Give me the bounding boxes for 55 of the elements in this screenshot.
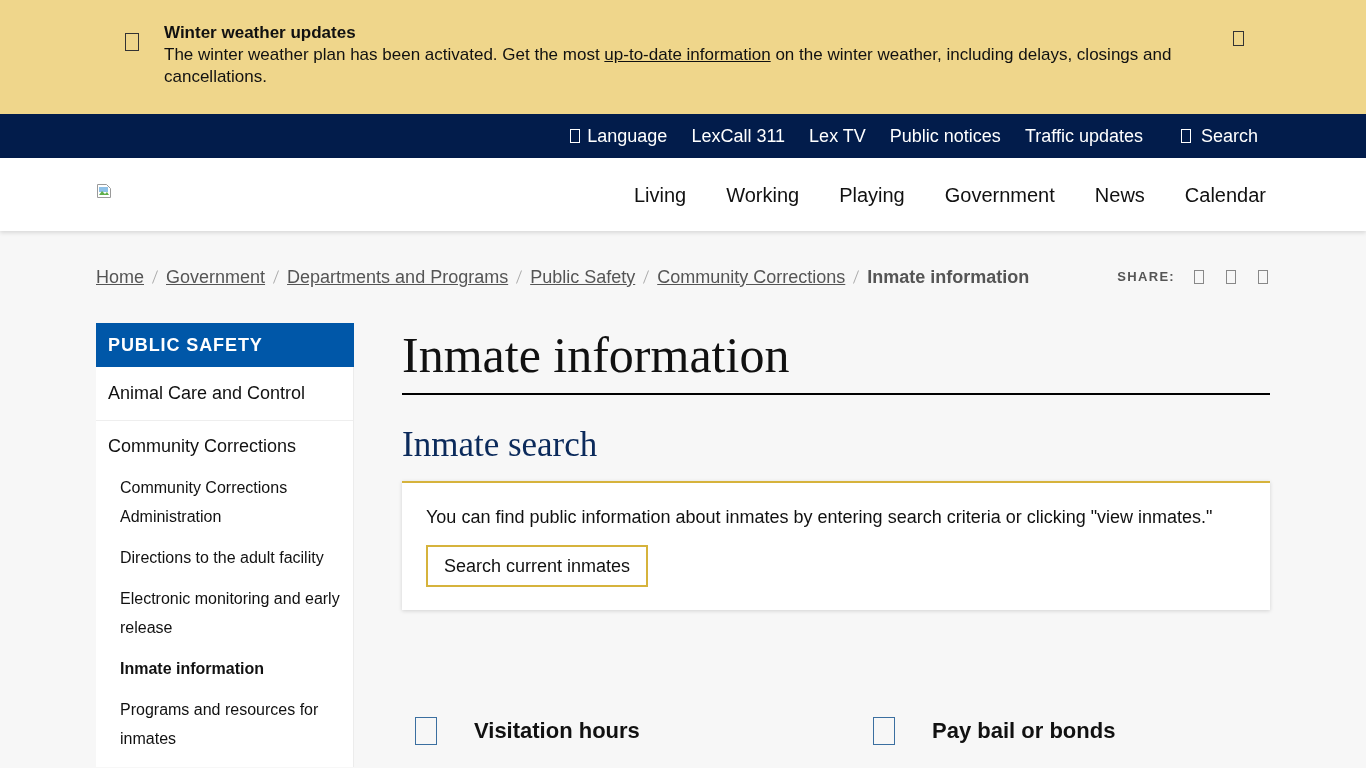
sidebar-subitem[interactable]: Inmate information [96, 654, 353, 683]
sidebar-title: PUBLIC SAFETY [96, 323, 354, 367]
main-nav-link[interactable]: Working [726, 182, 800, 207]
alert-link[interactable]: up-to-date information [604, 45, 771, 64]
missing-glyph-icon [1194, 270, 1204, 284]
sidebar-item[interactable]: Community Corrections [96, 433, 353, 460]
share-label: SHARE: [1117, 268, 1175, 287]
alert-message: The winter weather plan has been activated. Get the most up-to-date information on the winter weather, including delays, closings and cancellations. [164, 44, 1173, 88]
slash-separator-icon [273, 270, 280, 284]
menu-link[interactable]: Language [570, 125, 668, 147]
missing-glyph-icon [1258, 270, 1268, 284]
breadcrumb-link[interactable]: Public Safety [530, 266, 636, 288]
section-heading: Inmate search [402, 424, 599, 466]
slash-separator-icon [152, 270, 158, 284]
alert-title: Winter weather updates [164, 22, 357, 44]
search-button[interactable]: Search [1180, 125, 1258, 147]
sidebar-subitem[interactable]: Programs and resources for inmates [96, 695, 353, 753]
slash-separator-icon [853, 270, 860, 284]
breadcrumb-current: Inmate information [867, 266, 1030, 288]
quick-link[interactable]: Visitation hours [415, 717, 640, 745]
sidebar-subitem[interactable]: Directions to the adult facility [96, 543, 353, 572]
missing-glyph-icon [1226, 270, 1236, 284]
nav-link[interactable]: Public notices [889, 125, 1001, 147]
sidebar-item[interactable]: Animal Care and Control [96, 380, 353, 407]
main-nav-link[interactable]: Calendar [1184, 182, 1266, 207]
missing-glyph-icon [873, 717, 895, 745]
broken-image-icon[interactable] [96, 183, 112, 199]
main-nav-link[interactable]: Government [944, 182, 1055, 207]
nav-link[interactable]: Lex TV [809, 125, 866, 147]
sidebar-subitem[interactable]: Community Corrections Administration [96, 473, 353, 531]
missing-glyph-icon [415, 717, 437, 745]
main-nav-link[interactable]: Living [633, 182, 687, 207]
close-button[interactable] [1233, 31, 1244, 46]
sidebar-subitem[interactable]: Electronic monitoring and early release [96, 584, 353, 642]
nav-link[interactable]: LexCall 311 [691, 125, 786, 147]
quick-link[interactable]: Pay bail or bonds [873, 717, 1116, 745]
nav-link[interactable]: Traffic updates [1024, 125, 1143, 147]
breadcrumb-link[interactable]: Home [96, 266, 144, 288]
missing-glyph-icon [125, 33, 139, 51]
missing-glyph-icon [1233, 31, 1244, 46]
breadcrumb-link[interactable]: Government [166, 266, 266, 288]
slash-separator-icon [516, 270, 523, 284]
missing-glyph-icon [1180, 129, 1191, 143]
action-button[interactable]: Search current inmates [426, 545, 649, 587]
breadcrumb-link[interactable]: Community Corrections [657, 266, 846, 288]
main-nav-link[interactable]: News [1094, 182, 1145, 207]
share-link[interactable] [1258, 270, 1268, 284]
share-link[interactable] [1226, 270, 1236, 284]
breadcrumb-link[interactable]: Departments and Programs [287, 266, 509, 288]
section-text: You can find public information about inmates by entering search criteria or clicking "view inmates." [426, 506, 1214, 529]
main-nav-link[interactable]: Playing [839, 182, 905, 207]
page-title: Inmate information [402, 323, 1270, 395]
missing-glyph-icon [570, 129, 581, 143]
slash-separator-icon [643, 270, 650, 284]
share-link[interactable] [1194, 270, 1204, 284]
